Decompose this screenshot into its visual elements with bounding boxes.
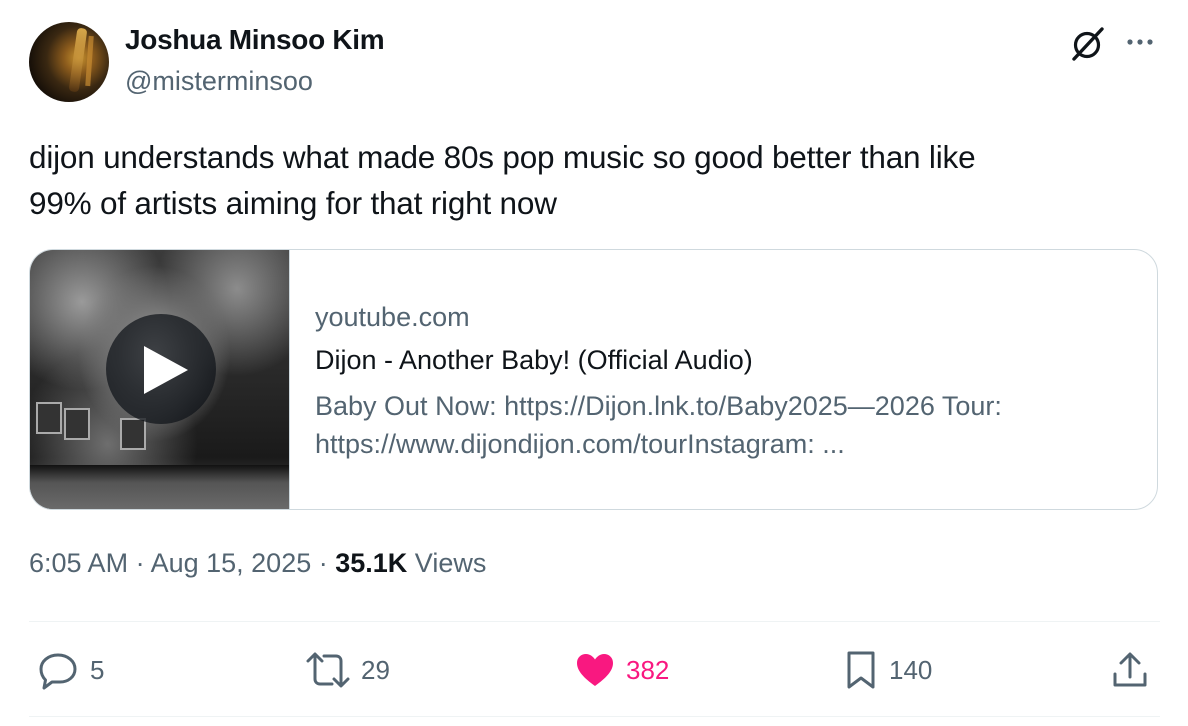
thumbnail-detail [36, 402, 62, 434]
thumbnail-detail [30, 465, 289, 509]
meta-separator: · [128, 548, 151, 578]
avatar-detail [85, 35, 94, 87]
reply-icon [39, 653, 77, 690]
avatar[interactable] [29, 22, 109, 102]
play-button[interactable] [106, 314, 216, 424]
video-thumbnail[interactable] [30, 250, 290, 509]
thumbnail-detail [120, 418, 146, 450]
tweet-meta: 6:05 AM · Aug 15, 2025 · 35.1K Views [29, 548, 486, 579]
reply-button[interactable]: 5 [38, 650, 104, 690]
card-description: Baby Out Now: https://Dijon.lnk.to/Baby2… [315, 387, 1145, 463]
card-description-line: https://www.dijondijon.com/tourInstagram… [315, 429, 845, 459]
user-display-name[interactable]: Joshua Minsoo Kim [125, 24, 385, 56]
tweet-text-line: dijon understands what made 80s pop musi… [29, 139, 976, 175]
heart-icon [577, 654, 613, 686]
reply-count: 5 [90, 654, 105, 685]
more-options-icon[interactable] [1120, 26, 1160, 58]
card-description-line: Baby Out Now: https://Dijon.lnk.to/Baby2… [315, 391, 1002, 421]
tweet-time[interactable]: 6:05 AM [29, 548, 128, 578]
play-icon [144, 346, 188, 394]
repost-count: 29 [361, 654, 390, 685]
card-domain: youtube.com [315, 302, 470, 332]
thumbnail-detail [64, 408, 90, 440]
divider [29, 621, 1160, 622]
meta-separator: · [311, 548, 336, 578]
grok-icon[interactable] [1068, 24, 1108, 64]
card-title: Dijon - Another Baby! (Official Audio) [315, 345, 753, 375]
tweet-text: dijon understands what made 80s pop musi… [29, 134, 1159, 226]
share-icon [1113, 652, 1147, 687]
repost-icon [306, 652, 350, 688]
bookmark-icon [847, 651, 875, 689]
views-label: Views [407, 548, 487, 578]
like-count: 382 [626, 654, 670, 685]
views-count: 35.1K [335, 548, 408, 578]
bookmark-button[interactable]: 140 [843, 650, 932, 690]
divider [29, 716, 1160, 717]
tweet-text-line: 99% of artists aiming for that right now [29, 185, 557, 221]
bookmark-count: 140 [889, 654, 933, 685]
link-preview-card[interactable]: youtube.com Dijon - Another Baby! (Offic… [29, 249, 1158, 510]
like-button[interactable]: 382 [574, 650, 669, 690]
share-button[interactable] [1110, 650, 1150, 690]
user-handle[interactable]: @misterminsoo [125, 66, 313, 97]
tweet-date[interactable]: Aug 15, 2025 [151, 548, 312, 578]
repost-button[interactable]: 29 [305, 650, 390, 690]
